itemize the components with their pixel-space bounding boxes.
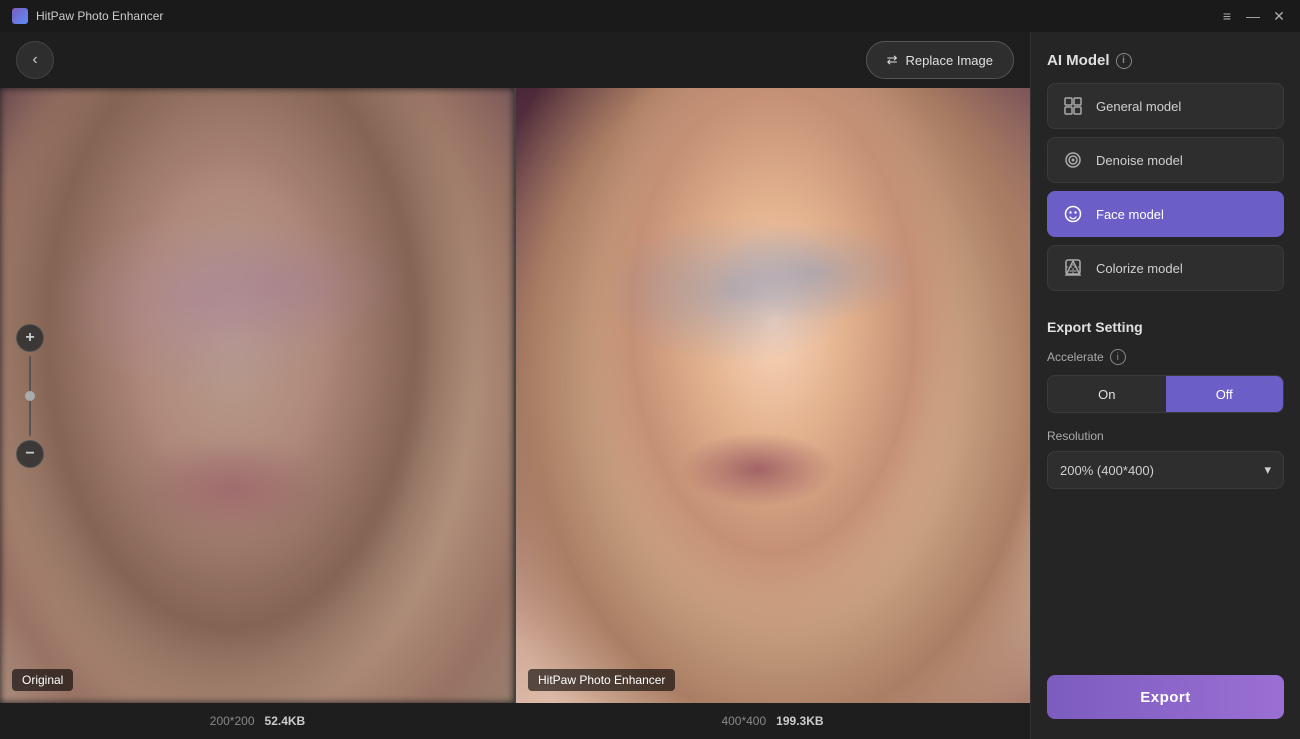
denoise-model-icon [1062, 149, 1084, 171]
face-model-icon [1062, 203, 1084, 225]
enhanced-dimensions: 400*400 [721, 714, 766, 728]
zoom-track [29, 356, 31, 436]
accelerate-info-icon[interactable]: i [1110, 349, 1126, 365]
face-model-label: Face model [1096, 207, 1164, 222]
enhanced-image-container: HitPaw Photo Enhancer [516, 88, 1030, 703]
accelerate-row: Accelerate i [1047, 349, 1284, 365]
image-info-bar: 200*200 52.4KB 400*400 199.3KB [0, 703, 1030, 739]
zoom-controls: + − [16, 324, 44, 468]
original-dimensions: 200*200 [210, 714, 255, 728]
replace-icon: ⇄ [887, 52, 898, 68]
title-bar-controls: ≡ — ✕ [1218, 7, 1288, 25]
enhanced-info: 400*400 199.3KB [515, 714, 1030, 728]
image-toolbar: ‹ ⇄ Replace Image [0, 32, 1030, 88]
image-panel: ‹ ⇄ Replace Image + − Original [0, 32, 1030, 739]
resolution-value: 200% (400*400) [1060, 463, 1154, 478]
title-bar: HitPaw Photo Enhancer ≡ — ✕ [0, 0, 1300, 32]
colorize-model-icon [1062, 257, 1084, 279]
app-icon [12, 8, 28, 24]
back-button[interactable]: ‹ [16, 41, 54, 79]
colorize-model-button[interactable]: Colorize model [1047, 245, 1284, 291]
general-model-button[interactable]: General model [1047, 83, 1284, 129]
image-comparison: + − Original HitPaw Photo Enhancer [0, 88, 1030, 703]
colorize-model-label: Colorize model [1096, 261, 1183, 276]
denoise-model-label: Denoise model [1096, 153, 1183, 168]
right-panel: AI Model i General model [1030, 32, 1300, 739]
toggle-off-button[interactable]: Off [1166, 376, 1284, 412]
zoom-in-button[interactable]: + [16, 324, 44, 352]
accelerate-label: Accelerate [1047, 350, 1104, 364]
enhanced-label: HitPaw Photo Enhancer [528, 669, 675, 691]
original-filesize: 52.4KB [265, 714, 306, 728]
ai-model-label: AI Model [1047, 52, 1110, 69]
title-bar-left: HitPaw Photo Enhancer [12, 8, 163, 24]
general-model-label: General model [1096, 99, 1181, 114]
original-image-container: Original [0, 88, 516, 703]
main-content: ‹ ⇄ Replace Image + − Original [0, 32, 1300, 739]
accelerate-toggle-group: On Off [1047, 375, 1284, 413]
export-setting-title: Export Setting [1047, 319, 1284, 335]
minimize-button[interactable]: — [1244, 7, 1262, 25]
ai-model-info-icon[interactable]: i [1116, 53, 1132, 69]
general-model-icon [1062, 95, 1084, 117]
zoom-out-button[interactable]: − [16, 440, 44, 468]
chevron-down-icon: ▾ [1264, 462, 1271, 478]
close-button[interactable]: ✕ [1270, 7, 1288, 25]
replace-label: Replace Image [906, 53, 993, 68]
export-section: Export Setting Accelerate i On Off Resol… [1047, 319, 1284, 489]
enhanced-image [516, 88, 1030, 703]
resolution-select[interactable]: 200% (400*400) ▾ [1047, 451, 1284, 489]
original-image [0, 88, 514, 703]
export-button[interactable]: Export [1047, 675, 1284, 719]
menu-button[interactable]: ≡ [1218, 7, 1236, 25]
denoise-model-button[interactable]: Denoise model [1047, 137, 1284, 183]
replace-image-button[interactable]: ⇄ Replace Image [866, 41, 1014, 79]
toggle-on-button[interactable]: On [1048, 376, 1166, 412]
ai-model-section-title: AI Model i [1047, 52, 1284, 69]
original-info: 200*200 52.4KB [0, 714, 515, 728]
face-model-button[interactable]: Face model [1047, 191, 1284, 237]
resolution-label: Resolution [1047, 429, 1284, 443]
zoom-thumb[interactable] [25, 391, 35, 401]
original-label: Original [12, 669, 73, 691]
enhanced-filesize: 199.3KB [776, 714, 823, 728]
app-title: HitPaw Photo Enhancer [36, 9, 163, 23]
